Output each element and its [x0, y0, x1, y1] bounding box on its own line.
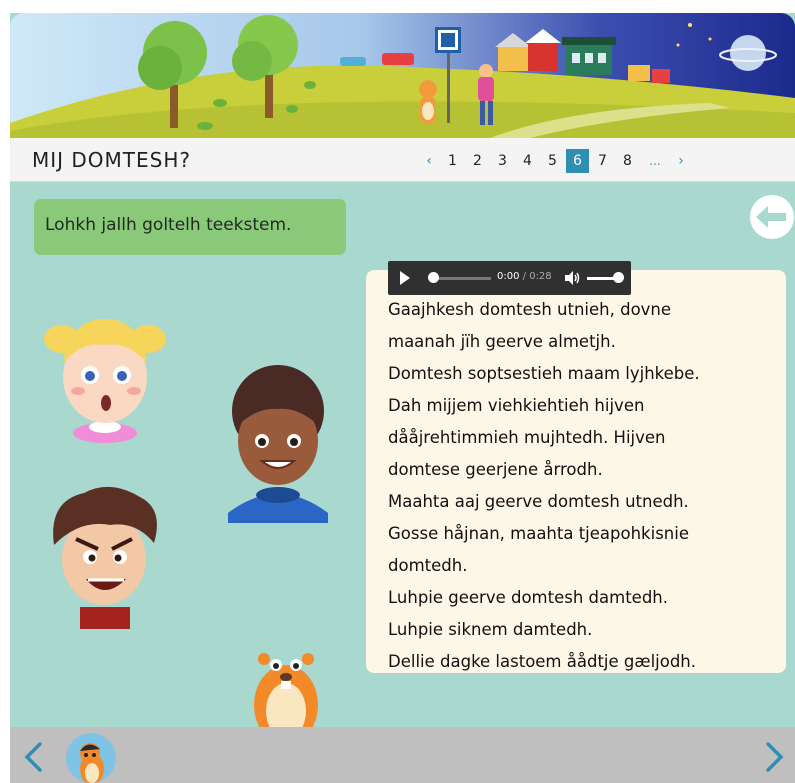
text-line: Luhpie geerve domtesh damtedh. — [388, 588, 669, 607]
beaver-mascot-illustration — [254, 653, 318, 733]
boy-smiling-illustration — [228, 365, 328, 523]
volume-knob[interactable] — [613, 272, 624, 283]
reading-text-panel: Gaajhkesh domtesh utnieh, dovne maanah j… — [366, 270, 786, 673]
audio-player: 0:00 / 0:28 — [388, 261, 631, 295]
page-link-5[interactable]: 5 — [540, 150, 565, 172]
pager-next-button[interactable]: › — [670, 153, 692, 169]
mascot-avatar-icon — [66, 733, 116, 783]
page-link-2[interactable]: 2 — [465, 150, 490, 172]
page-link-7[interactable]: 7 — [590, 150, 615, 172]
header-banner — [10, 13, 795, 138]
text-line: Gaajhkesh domtesh utnieh, dovne — [388, 300, 672, 319]
audio-time-separator: / — [519, 271, 530, 282]
chevron-left-icon[interactable] — [22, 741, 46, 773]
text-line: maanah jïh geerve almetjh. — [388, 332, 616, 351]
audio-progress-track[interactable] — [431, 277, 491, 280]
text-line: Dah mijjem viehkiehtieh hijven — [388, 396, 645, 415]
page-header: MIJ DOMTESH? ‹ 1 2 3 4 5 6 7 8 ... › — [10, 138, 795, 182]
play-icon[interactable] — [400, 271, 410, 285]
boy-angry-illustration — [53, 486, 157, 629]
page-link-4[interactable]: 4 — [515, 150, 540, 172]
audio-duration: 0:28 — [529, 271, 552, 282]
page-link-3[interactable]: 3 — [490, 150, 515, 172]
page-title: MIJ DOMTESH? — [32, 148, 192, 172]
text-line: dååjrehtimmieh mujhtedh. Hijven — [388, 428, 666, 447]
girl-surprised-illustration — [44, 319, 166, 443]
audio-current-time: 0:00 — [497, 271, 520, 282]
mascot-avatar-button[interactable] — [66, 733, 116, 783]
pager-ellipsis: ... — [649, 154, 661, 168]
pager-prev-button[interactable]: ‹ — [418, 153, 440, 169]
app-window: MIJ DOMTESH? ‹ 1 2 3 4 5 6 7 8 ... › Loh… — [10, 13, 795, 783]
pagination: ‹ 1 2 3 4 5 6 7 8 ... › — [418, 149, 692, 173]
page-link-6-active[interactable]: 6 — [566, 149, 589, 173]
instruction-box: Lohkh jallh goltelh teekstem. — [34, 199, 346, 255]
text-line: Maahta aaj geerve domtesh utnedh. — [388, 492, 689, 511]
text-line: domtedh. — [388, 556, 468, 575]
page-link-8[interactable]: 8 — [615, 150, 640, 172]
chevron-right-icon[interactable] — [762, 741, 786, 773]
arrow-left-circle-icon — [750, 195, 794, 239]
footer-bar — [10, 727, 795, 783]
back-button[interactable] — [748, 193, 795, 241]
instruction-text: Lohkh jallh goltelh teekstem. — [45, 215, 292, 235]
page-link-1[interactable]: 1 — [440, 150, 465, 172]
text-line: Domtesh soptsestieh maam lyjhkebe. — [388, 364, 700, 383]
volume-icon[interactable] — [564, 270, 580, 286]
text-line: Dellie dagke lastoem åådtje gæljodh. — [388, 652, 697, 671]
text-line: Luhpie siknem damtedh. — [388, 620, 593, 639]
audio-progress-knob[interactable] — [428, 272, 439, 283]
text-line: Gosse håjnan, maahta tjeapohkisnie — [388, 524, 689, 543]
reading-text: Gaajhkesh domtesh utnieh, dovne maanah j… — [388, 294, 778, 678]
banner-illustration — [10, 13, 795, 138]
text-line: domtese geerjene årrodh. — [388, 460, 603, 479]
audio-time: 0:00 / 0:28 — [497, 271, 552, 282]
